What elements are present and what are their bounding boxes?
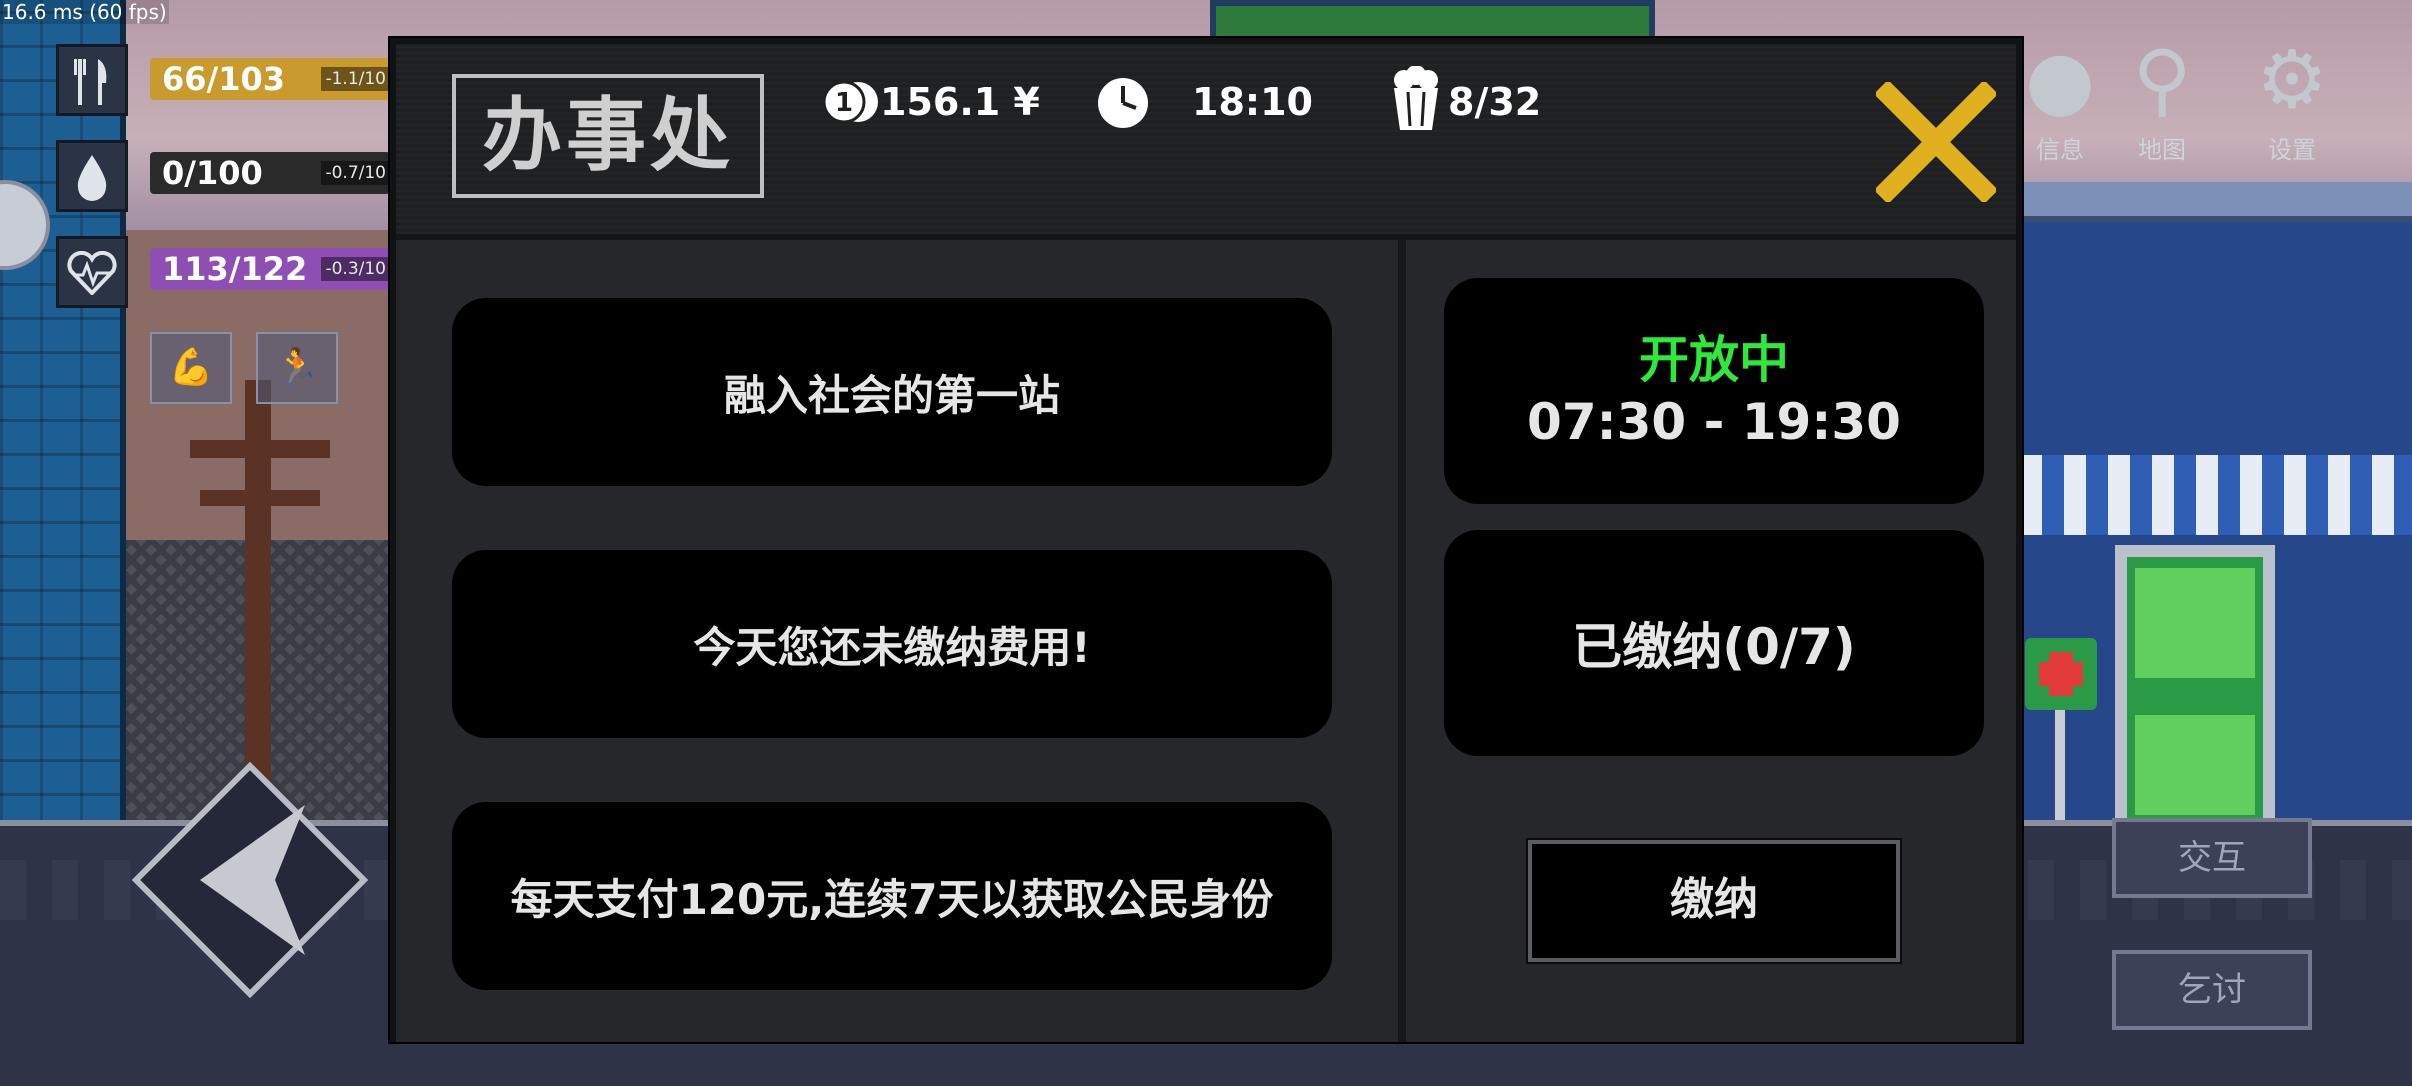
health-bar: 113/122 -0.3/10 [150,248,390,290]
opening-hours: 07:30 - 19:30 [1527,393,1901,451]
open-status: 开放中 [1639,331,1789,389]
scene-right-roof [2020,182,2412,222]
scene-door-pane [2135,568,2255,678]
health-rate: -0.3/10 [321,257,390,281]
hunger-rate: -1.1/10 [321,67,390,91]
money-amount: 156.1 ¥ [880,80,1040,124]
hunger-value: 66/103 [162,60,286,98]
office-dialog: 办事处 1 156.1 ¥ 18:10 8/32 融入社会的第一站 今天您还未缴… [390,38,2022,1042]
payment-progress: 已缴纳(0/7) [1572,618,1856,676]
pay-button[interactable]: 缴纳 [1526,838,1902,964]
game-time: 18:10 [1192,80,1313,124]
close-icon[interactable] [1876,82,1996,202]
scene-pole-bar [200,490,320,506]
thirst-bar: 0/100 -0.7/10 [150,152,390,194]
notice-text: 今天您还未缴纳费用! [693,622,1091,672]
fork-knife-icon [56,44,128,116]
running-status-icon[interactable]: 🏃 [256,332,338,404]
gear-icon: ⚙ [2256,33,2328,126]
strength-status-icon[interactable]: 💪 [150,332,232,404]
interact-button[interactable]: 交互 [2112,818,2312,898]
notice-card: 今天您还未缴纳费用! [452,550,1332,738]
dialog-left-panel: 融入社会的第一站 今天您还未缴纳费用! 每天支付120元,连续7天以获取公民身份 [396,240,1398,1042]
opening-hours-card: 开放中 07:30 - 19:30 [1444,278,1984,504]
scene-pole-bar [190,440,330,458]
thirst-value: 0/100 [162,154,263,192]
thirst-rate: -0.7/10 [321,161,390,185]
health-value: 113/122 [162,250,308,288]
dialog-title: 办事处 [452,74,764,198]
popcorn-icon [1394,66,1438,130]
medical-cross-icon [2025,638,2097,710]
capacity-count: 8/32 [1448,80,1542,124]
payment-progress-card: 已缴纳(0/7) [1444,530,1984,756]
back-arrow-icon[interactable] [130,760,370,1000]
settings-button[interactable]: ⚙ 设置 [2237,30,2347,165]
scene-door-pane [2135,715,2255,815]
beg-button[interactable]: 乞讨 [2112,950,2312,1030]
map-button[interactable]: ⚲ 地图 [2107,30,2217,165]
hunger-bar: 66/103 -1.1/10 [150,58,390,100]
settings-label: 设置 [2268,136,2316,164]
clock-icon [1098,78,1148,128]
map-label: 地图 [2138,136,2186,164]
svg-text:1: 1 [835,88,853,118]
dialog-right-panel: 开放中 07:30 - 19:30 已缴纳(0/7) 缴纳 [1406,240,2016,1042]
intro-card: 融入社会的第一站 [452,298,1332,486]
dialog-header: 办事处 1 156.1 ¥ 18:10 8/32 [396,44,2016,240]
scene-sign-post [2055,710,2065,825]
scene-awning [2020,455,2412,535]
water-drop-icon [56,140,128,212]
dialog-divider [1398,240,1406,1042]
map-pin-icon: ⚲ [2132,33,2192,126]
coin-icon: 1 [822,80,878,124]
requirement-card: 每天支付120元,连续7天以获取公民身份 [452,802,1332,990]
fps-counter: 16.6 ms (60 fps) [0,0,169,24]
intro-text: 融入社会的第一站 [723,370,1060,420]
requirement-text: 每天支付120元,连续7天以获取公民身份 [510,874,1274,924]
heartbeat-icon [56,236,128,308]
scene-left-bricks [0,0,120,830]
